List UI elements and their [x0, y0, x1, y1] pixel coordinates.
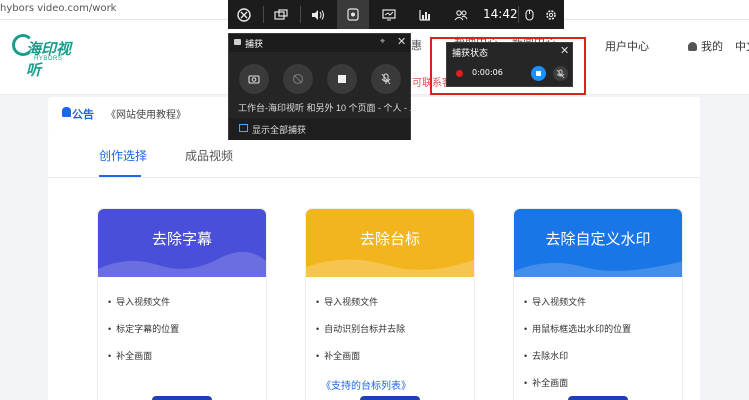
widget-icon[interactable]	[265, 0, 297, 29]
logo-subtitle: HYBORS	[34, 56, 63, 62]
tab-divider	[48, 177, 700, 178]
show-all-captures-label: 显示全部捕获	[252, 125, 307, 135]
clock: 14:42	[483, 7, 518, 21]
record-last-30s-button[interactable]	[283, 64, 313, 94]
card-remove-custom-watermark[interactable]: 去除自定义水印 导入视频文件 用鼠标框选出水印的位置 去除水印 补全画面	[513, 208, 683, 400]
stop-icon	[338, 75, 346, 83]
performance-monitor-icon[interactable]	[373, 0, 405, 29]
main-content: 创作选择 成品视频 去除字幕 导入视频文件 标定字幕的位置 补全画面 去除台标 …	[48, 129, 700, 400]
camera-icon	[234, 39, 241, 45]
list-item: 标定字幕的位置	[108, 322, 179, 349]
announcement-label: 公告	[72, 109, 94, 121]
close-icon[interactable]: ✕	[560, 44, 569, 57]
card-header: 去除字幕	[98, 209, 266, 277]
resources-icon[interactable]	[409, 0, 441, 29]
user-icon	[688, 42, 697, 51]
capture-target-info: 工作台-海印视听 和另外 10 个页面 - 个人 - ...	[238, 103, 418, 113]
card-title: 去除台标	[359, 231, 420, 248]
wave-decoration	[98, 252, 266, 277]
list-item: 补全画面	[108, 349, 179, 376]
my-account-label: 我的	[701, 41, 723, 53]
nav-item-user-center[interactable]: 用户中心	[605, 38, 649, 54]
mic-off-icon[interactable]	[553, 66, 568, 81]
list-item: 去除水印	[524, 349, 631, 376]
toolbar-separator	[300, 6, 301, 23]
capture-icon[interactable]	[337, 0, 369, 29]
card-title: 去除字幕	[151, 231, 212, 248]
list-item: 用鼠标框选出水印的位置	[524, 322, 631, 349]
card-header: 去除自定义水印	[514, 209, 682, 277]
mouse-icon[interactable]	[519, 0, 539, 29]
list-item: 导入视频文件	[108, 295, 179, 322]
language-switch[interactable]: 中文	[735, 38, 749, 54]
announcement-link[interactable]: 《网站使用教程》	[106, 106, 186, 121]
recording-dot-icon	[456, 70, 463, 77]
list-item: 导入视频文件	[524, 295, 631, 322]
mic-off-icon	[381, 73, 391, 85]
camera-icon	[248, 75, 260, 84]
settings-icon[interactable]	[538, 0, 564, 29]
url-text: hybors video.com/work	[0, 3, 117, 14]
nav-item-partial[interactable]: 惠	[411, 37, 422, 53]
xbox-icon[interactable]	[228, 0, 260, 29]
card-header: 去除台标	[306, 209, 474, 277]
list-item: 导入视频文件	[316, 295, 405, 322]
stop-recording-button[interactable]	[327, 64, 357, 94]
close-icon[interactable]: ✕	[397, 35, 406, 48]
social-icon[interactable]	[445, 0, 477, 29]
card-title: 去除自定义水印	[545, 231, 651, 248]
card-remove-station-logo[interactable]: 去除台标 导入视频文件 自动识别台标并去除 补全画面	[305, 208, 475, 400]
history-off-icon	[292, 73, 304, 85]
recording-timer: 0:00:06	[472, 68, 503, 77]
gallery-icon	[239, 124, 248, 132]
wave-decoration	[514, 261, 682, 277]
stop-icon	[536, 71, 541, 76]
start-button[interactable]	[568, 396, 628, 400]
pin-icon[interactable]: ⌖	[380, 36, 385, 47]
tab-finished-videos[interactable]: 成品视频	[185, 147, 233, 164]
screenshot-button[interactable]	[239, 64, 269, 94]
show-all-captures-link[interactable]: 显示全部捕获	[229, 118, 410, 140]
tab-create[interactable]: 创作选择	[99, 147, 147, 164]
mic-toggle-button[interactable]	[371, 64, 401, 94]
list-item: 自动识别台标并去除	[316, 322, 405, 349]
list-item: 补全画面	[316, 349, 405, 376]
capture-panel: 捕获 ⌖ ✕ 工作台-海印视听 和另外 10 个页面 - 个人 - ... 显示…	[228, 33, 417, 140]
stop-recording-button[interactable]	[531, 66, 546, 81]
capture-panel-header: 捕获 ⌖ ✕	[229, 34, 410, 52]
site-logo[interactable]: 海印视听 HYBORS	[12, 32, 82, 79]
start-button[interactable]	[360, 396, 420, 400]
capture-status-title: 捕获状态	[452, 48, 489, 58]
wave-decoration	[306, 259, 474, 277]
capture-panel-title: 捕获	[245, 39, 264, 49]
bell-icon	[62, 107, 71, 117]
capture-status-panel: 捕获状态 ✕ 0:00:06	[446, 42, 573, 87]
nav-my-account[interactable]: 我的	[688, 38, 723, 54]
game-bar: 14:42	[228, 0, 564, 29]
toolbar-separator	[263, 6, 264, 23]
card-remove-subtitles[interactable]: 去除字幕 导入视频文件 标定字幕的位置 补全画面	[97, 208, 267, 400]
audio-icon[interactable]	[302, 0, 334, 29]
supported-logos-link[interactable]: 《支持的台标列表》	[321, 377, 411, 392]
start-button[interactable]	[152, 396, 212, 400]
